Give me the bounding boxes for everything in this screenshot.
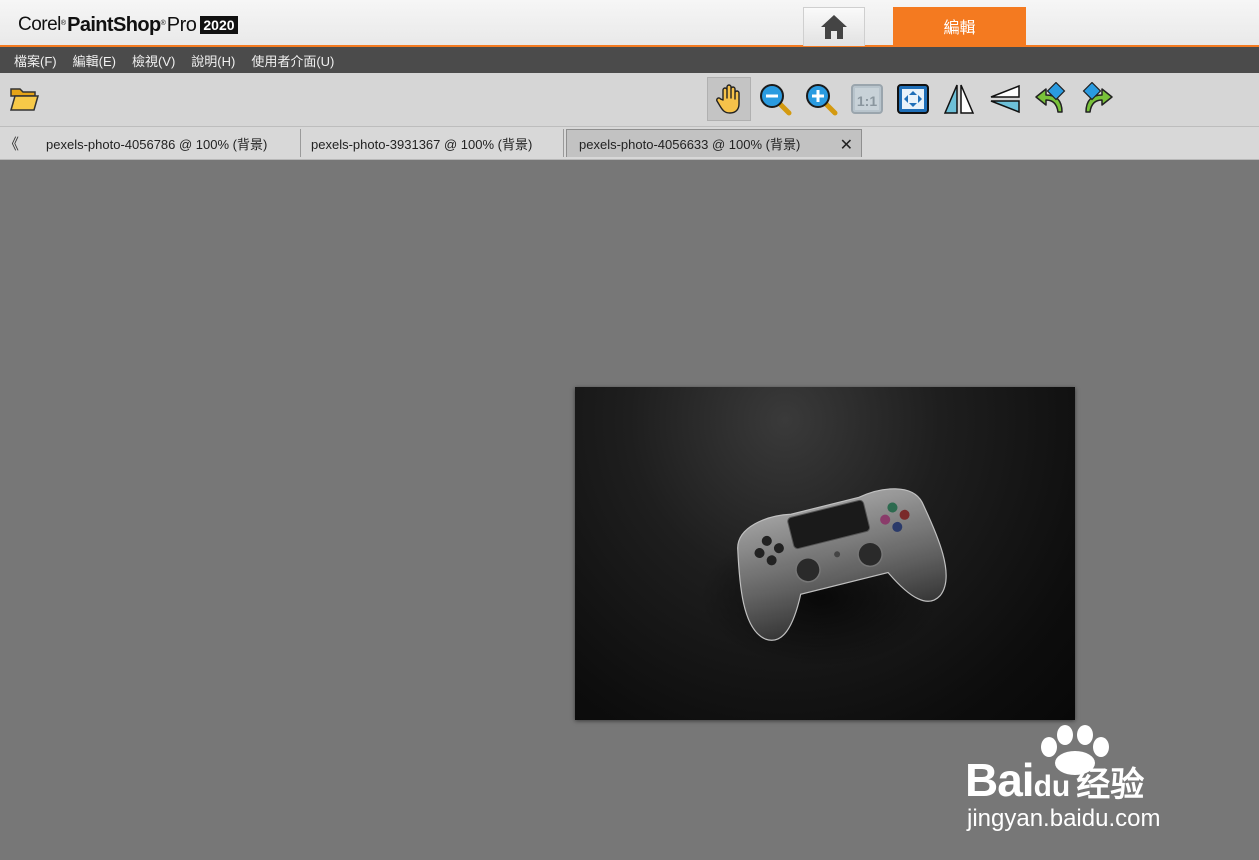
actual-size-icon: 1:1 xyxy=(851,84,883,114)
rotate-right-icon xyxy=(1082,82,1113,113)
brand-corel: Corel xyxy=(18,14,61,35)
brand-paintshop: PaintShop xyxy=(67,13,161,36)
rotate-left-icon xyxy=(1035,82,1066,113)
tab-label: pexels-photo-4056633 @ 100% (背景) xyxy=(579,137,801,152)
menu-file[interactable]: 檔案(F) xyxy=(14,51,57,70)
home-tab[interactable] xyxy=(803,7,865,46)
close-tab-icon[interactable]: ✕ xyxy=(840,135,853,155)
zoom-in-button[interactable] xyxy=(799,77,843,121)
image-canvas[interactable] xyxy=(575,387,1075,720)
watermark-url: jingyan.baidu.com xyxy=(967,805,1161,832)
menu-help[interactable]: 說明(H) xyxy=(191,51,235,70)
tab-document-2[interactable]: pexels-photo-3931367 @ 100% (背景) xyxy=(299,129,564,157)
game-controller-photo xyxy=(700,488,947,667)
menu-user-interface[interactable]: 使用者介面(U) xyxy=(251,51,334,70)
flip-vertical-icon xyxy=(990,84,1020,114)
title-bar: Corel ® PaintShop ® Pro 2020 編輯 xyxy=(0,0,1259,47)
home-icon xyxy=(821,15,847,39)
rotate-right-button[interactable] xyxy=(1075,77,1119,121)
menu-view[interactable]: 檢視(V) xyxy=(132,51,175,70)
document-tab-bar: 《 pexels-photo-4056786 @ 100% (背景) pexel… xyxy=(0,127,1259,160)
tab-scroll-left-button[interactable]: 《 xyxy=(4,133,19,154)
pan-tool-button[interactable] xyxy=(707,77,751,121)
flip-horizontal-button[interactable] xyxy=(937,77,981,121)
baidu-watermark: Baidu 经验 jingyan.baidu.com xyxy=(965,725,1205,835)
pan-hand-icon xyxy=(716,84,740,114)
tab-label: pexels-photo-3931367 @ 100% (背景) xyxy=(311,136,533,152)
brand-year: 2020 xyxy=(200,16,238,34)
rotate-left-button[interactable] xyxy=(1029,77,1073,121)
zoom-in-icon xyxy=(806,84,838,116)
brand-pro: Pro xyxy=(166,13,197,36)
tab-label: pexels-photo-4056786 @ 100% (背景) xyxy=(46,136,268,152)
flip-horizontal-icon xyxy=(943,84,975,114)
open-file-button[interactable] xyxy=(2,77,46,121)
tab-document-1[interactable]: pexels-photo-4056786 @ 100% (背景) xyxy=(34,129,301,157)
edit-tab[interactable]: 編輯 xyxy=(893,7,1026,45)
app-logo: Corel ® PaintShop ® Pro 2020 xyxy=(18,13,238,37)
folder-open-icon xyxy=(10,88,39,111)
toolbar: 1:1 xyxy=(0,73,1259,127)
tab-document-3[interactable]: pexels-photo-4056633 @ 100% (背景) ✕ xyxy=(566,129,862,157)
zoom-out-button[interactable] xyxy=(753,77,797,121)
baidu-logo: Baidu 经验 xyxy=(965,754,1145,806)
svg-text:1:1: 1:1 xyxy=(857,93,877,109)
menu-bar: 檔案(F) 編輯(E) 檢視(V) 說明(H) 使用者介面(U) xyxy=(0,47,1259,73)
fit-to-window-icon xyxy=(897,84,929,114)
zoom-out-icon xyxy=(760,84,792,116)
actual-size-button[interactable]: 1:1 xyxy=(845,77,889,121)
fit-to-window-button[interactable] xyxy=(891,77,935,121)
menu-edit[interactable]: 編輯(E) xyxy=(73,51,116,70)
flip-vertical-button[interactable] xyxy=(983,77,1027,121)
